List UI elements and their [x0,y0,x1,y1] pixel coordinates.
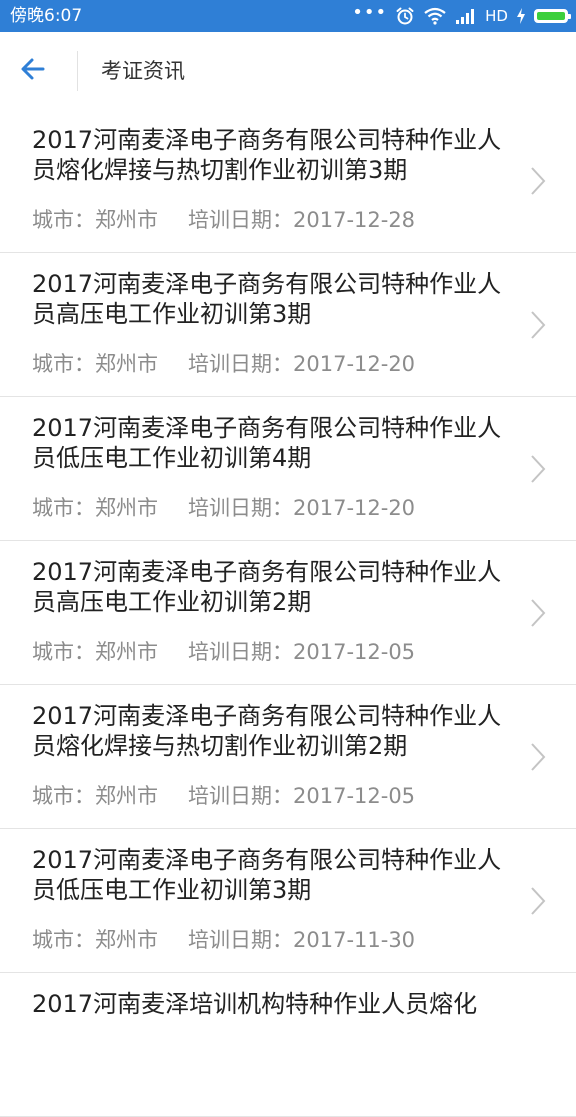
item-date: 培训日期：2017-12-05 [188,640,416,664]
header-divider [77,51,78,91]
chevron-right-icon [531,455,546,483]
item-city: 城市：郑州市 [32,352,158,376]
status-bar: 傍晚6:07 ••• HD [0,0,576,32]
item-title: 2017河南麦泽电子商务有限公司特种作业人员高压电工作业初训第3期 [32,270,502,328]
signal-icon [456,9,475,24]
item-date: 培训日期：2017-12-28 [188,208,416,232]
list-item[interactable]: 2017河南麦泽电子商务有限公司特种作业人员高压电工作业初训第3期 城市：郑州市… [0,253,576,397]
item-city: 城市：郑州市 [32,784,158,808]
list-item[interactable]: 2017河南麦泽电子商务有限公司特种作业人员低压电工作业初训第3期 城市：郑州市… [0,829,576,973]
battery-icon [534,9,571,23]
list-item[interactable]: 2017河南麦泽电子商务有限公司特种作业人员熔化焊接与热切割作业初训第2期 城市… [0,685,576,829]
item-date: 培训日期：2017-12-20 [188,352,416,376]
item-meta: 城市：郑州市 培训日期：2017-12-28 [32,206,415,234]
item-title: 2017河南麦泽培训机构特种作业人员熔化 [32,990,478,1018]
item-meta: 城市：郑州市 培训日期：2017-12-20 [32,494,415,522]
back-arrow-icon [21,58,45,80]
chevron-right-icon [531,599,546,627]
item-meta: 城市：郑州市 培训日期：2017-12-20 [32,350,415,378]
news-list: 2017河南麦泽电子商务有限公司特种作业人员熔化焊接与热切割作业初训第3期 城市… [0,109,576,1117]
list-item[interactable]: 2017河南麦泽电子商务有限公司特种作业人员熔化焊接与热切割作业初训第3期 城市… [0,109,576,253]
status-icons: ••• HD [352,2,571,27]
item-city: 城市：郑州市 [32,496,158,520]
list-item[interactable]: 2017河南麦泽电子商务有限公司特种作业人员高压电工作业初训第2期 城市：郑州市… [0,541,576,685]
item-title: 2017河南麦泽电子商务有限公司特种作业人员低压电工作业初训第4期 [32,414,502,472]
alarm-icon [396,7,414,25]
network-type: HD [485,7,508,25]
item-meta: 城市：郑州市 培训日期：2017-12-05 [32,638,415,666]
charging-icon [517,8,525,24]
item-date: 培训日期：2017-12-20 [188,496,416,520]
item-title: 2017河南麦泽电子商务有限公司特种作业人员低压电工作业初训第3期 [32,846,502,904]
back-button[interactable] [14,50,62,90]
chevron-right-icon [531,311,546,339]
item-meta [32,1070,62,1098]
chevron-right-icon [531,743,546,771]
item-city: 城市：郑州市 [32,640,158,664]
list-item[interactable]: 2017河南麦泽电子商务有限公司特种作业人员低压电工作业初训第4期 城市：郑州市… [0,397,576,541]
item-city: 城市：郑州市 [32,208,158,232]
wifi-icon [424,7,446,25]
item-city: 城市：郑州市 [32,928,158,952]
item-title: 2017河南麦泽电子商务有限公司特种作业人员熔化焊接与热切割作业初训第2期 [32,702,502,760]
list-item[interactable]: 2017河南麦泽培训机构特种作业人员熔化 [0,973,576,1117]
item-meta: 城市：郑州市 培训日期：2017-11-30 [32,926,415,954]
chevron-right-icon [531,167,546,195]
header: 考证资讯 [0,32,576,109]
item-title: 2017河南麦泽电子商务有限公司特种作业人员熔化焊接与热切割作业初训第3期 [32,126,502,184]
more-dots-icon: ••• [352,2,388,23]
item-title: 2017河南麦泽电子商务有限公司特种作业人员高压电工作业初训第2期 [32,558,502,616]
item-date: 培训日期：2017-11-30 [188,928,416,952]
status-time: 傍晚6:07 [10,6,83,26]
page-title: 考证资讯 [101,59,185,83]
chevron-right-icon [531,887,546,915]
item-meta: 城市：郑州市 培训日期：2017-12-05 [32,782,415,810]
item-date: 培训日期：2017-12-05 [188,784,416,808]
